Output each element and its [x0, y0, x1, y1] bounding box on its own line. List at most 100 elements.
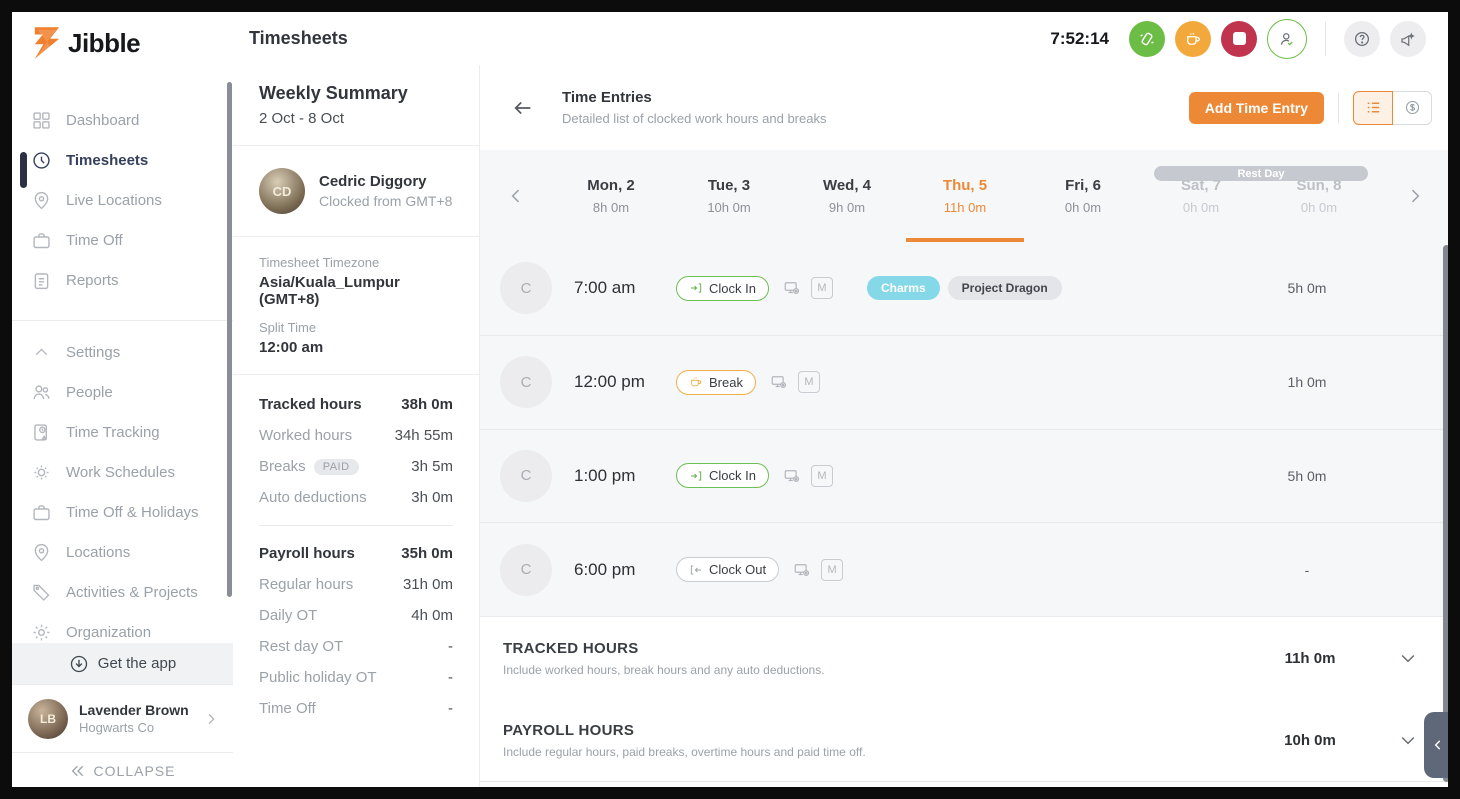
- user-account-row[interactable]: LB Lavender Brown Hogwarts Co: [12, 684, 233, 752]
- clock-out-button[interactable]: [1221, 20, 1257, 57]
- sidebar-item-dashboard[interactable]: Dashboard: [12, 100, 233, 140]
- manual-entry-icon: M: [797, 371, 820, 394]
- day-label: Sat, 7: [1180, 177, 1222, 194]
- tag-project-dragon[interactable]: Project Dragon: [947, 276, 1062, 301]
- view-toggle: [1353, 90, 1432, 125]
- day-tab-wed-4[interactable]: Wed, 4 9h 0m: [788, 150, 906, 242]
- stat-label: Regular hours: [259, 576, 353, 593]
- day-tab-sat-7[interactable]: Sat, 7 0h 0m: [1142, 150, 1260, 242]
- entry-type-label: Break: [709, 374, 743, 390]
- person-subtitle: Clocked from GMT+8: [319, 193, 453, 209]
- time-entry-row[interactable]: C 1:00 pm Clock In M 5h 0m: [480, 429, 1448, 524]
- sidebar-item-people[interactable]: People: [12, 372, 233, 412]
- day-tab-tue-3[interactable]: Tue, 3 10h 0m: [670, 150, 788, 242]
- stat-value: 4h 0m: [411, 607, 453, 624]
- jibble-logo[interactable]: Jibble: [32, 26, 141, 60]
- announcements-button[interactable]: [1390, 20, 1426, 57]
- expand-panel-handle[interactable]: [1424, 712, 1448, 778]
- next-week-chevron[interactable]: [1405, 186, 1425, 206]
- switch-icon: [1140, 32, 1154, 45]
- sidebar-item-time-off[interactable]: Time Off: [12, 220, 233, 260]
- day-tab-sun-8[interactable]: Sun, 8 0h 0m: [1260, 150, 1378, 242]
- top-header: Timesheets 7:52:14: [233, 12, 1448, 66]
- summary-section-tracked-hours[interactable]: TRACKED HOURS Include worked hours, break…: [480, 617, 1448, 700]
- summary-section-payroll-hours[interactable]: PAYROLL HOURS Include regular hours, paid…: [480, 699, 1448, 782]
- clock-in-arrow-icon: [689, 469, 703, 483]
- day-label: Mon, 2: [587, 177, 635, 194]
- stat-value: 3h 0m: [411, 489, 453, 506]
- get-the-app-button[interactable]: Get the app: [12, 643, 233, 684]
- collapse-sidebar-button[interactable]: COLLAPSE: [12, 752, 233, 787]
- weekly-summary-panel: Weekly Summary 2 Oct - 8 Oct CD Cedric D…: [233, 65, 480, 787]
- question-icon: [1354, 31, 1370, 46]
- person-avatar: CD: [259, 168, 305, 214]
- sidebar-item-label: Activities & Projects: [66, 583, 198, 601]
- manual-entry-icon: M: [810, 277, 833, 300]
- sidebar-item-work-schedules[interactable]: Work Schedules: [12, 452, 233, 492]
- entry-source-icons: M: [793, 558, 844, 581]
- sidebar-scrollbar[interactable]: [227, 82, 232, 597]
- time-entry-row[interactable]: C 7:00 am Clock In M Charms Project Dragon 5h …: [480, 242, 1448, 336]
- day-label: Thu, 5: [942, 177, 988, 194]
- day-tab-mon-2[interactable]: Mon, 2 8h 0m: [552, 150, 670, 242]
- stat-value: -: [448, 669, 453, 686]
- entry-type-pill[interactable]: Clock Out: [676, 557, 780, 583]
- manual-entry-icon: M: [810, 464, 833, 487]
- day-tab-fri-6[interactable]: Fri, 6 0h 0m: [1024, 150, 1142, 242]
- stat-label: Breaks PAID: [259, 458, 359, 475]
- sidebar-item-activities-projects[interactable]: Activities & Projects: [12, 572, 233, 612]
- add-time-entry-button[interactable]: Add Time Entry: [1188, 91, 1324, 124]
- clocked-in-status-button[interactable]: [1267, 18, 1307, 59]
- summary-person[interactable]: CD Cedric Diggory Clocked from GMT+8: [233, 146, 479, 237]
- split-time-label: Split Time: [259, 320, 317, 335]
- chevron-down-icon[interactable]: [1398, 648, 1418, 668]
- stat-value: 34h 55m: [394, 427, 453, 444]
- get-app-label: Get the app: [97, 655, 177, 672]
- sidebar-item-reports[interactable]: Reports: [12, 260, 233, 300]
- entry-source-icons: M: [783, 464, 833, 487]
- double-chevron-left-icon: [70, 763, 86, 779]
- back-arrow-icon[interactable]: [512, 97, 534, 119]
- tag-charms[interactable]: Charms: [866, 276, 940, 301]
- main-scrollbar[interactable]: [1443, 245, 1448, 782]
- user-avatar: LB: [28, 698, 68, 739]
- hours-stats: Tracked hours 38h 0m Worked hours 34h 55m Br…: [233, 375, 479, 724]
- sidebar-item-time-tracking[interactable]: Time Tracking: [12, 412, 233, 452]
- stat-value: 38h 0m: [401, 396, 453, 413]
- entry-type-pill[interactable]: Clock In: [676, 463, 769, 489]
- logo-text: Jibble: [68, 27, 141, 58]
- list-view-button[interactable]: [1353, 90, 1393, 125]
- prev-week-chevron[interactable]: [506, 186, 526, 206]
- section-value: 10h 0m: [1284, 731, 1336, 749]
- entry-duration: 5h 0m: [1287, 280, 1327, 297]
- switch-activity-button[interactable]: [1129, 20, 1165, 57]
- help-button[interactable]: [1344, 20, 1380, 57]
- section-value: 11h 0m: [1284, 649, 1336, 667]
- stat-label: Worked hours: [259, 427, 352, 444]
- entry-type-pill[interactable]: Clock In: [676, 275, 769, 301]
- time-entry-row[interactable]: C 6:00 pm Clock Out M -: [480, 523, 1448, 617]
- day-tab-thu-5[interactable]: Thu, 5 11h 0m: [906, 150, 1024, 242]
- entry-type-label: Clock In: [709, 280, 756, 296]
- entry-type-pill[interactable]: Break: [676, 369, 756, 395]
- chevron-right-icon: [203, 711, 219, 727]
- entry-duration: -: [1304, 561, 1310, 578]
- entry-source-icons: M: [770, 371, 820, 394]
- sidebar-divider: [12, 320, 233, 321]
- day-hours: 9h 0m: [828, 200, 866, 215]
- sidebar-item-live-locations[interactable]: Live Locations: [12, 180, 233, 220]
- sidebar-item-locations[interactable]: Locations: [12, 532, 233, 572]
- time-entries-header: Time Entries Detailed list of clocked wo…: [480, 65, 1448, 150]
- payroll-view-button[interactable]: [1393, 90, 1432, 125]
- actions-divider: [1338, 92, 1339, 123]
- sidebar-item-time-off-holidays[interactable]: Time Off & Holidays: [12, 492, 233, 532]
- stat-label-text: Worked hours: [259, 427, 353, 444]
- stat-row: Payroll hours 35h 0m: [259, 538, 453, 569]
- time-entry-row[interactable]: C 12:00 pm Break M 1h 0m: [480, 335, 1448, 430]
- manual-entry-icon: M: [821, 558, 844, 581]
- sidebar-item-timesheets[interactable]: Timesheets: [12, 140, 233, 180]
- active-nav-indicator: [20, 152, 27, 188]
- chevron-down-icon[interactable]: [1398, 730, 1418, 750]
- sidebar-item-settings[interactable]: Settings: [12, 332, 233, 372]
- start-break-button[interactable]: [1175, 20, 1211, 57]
